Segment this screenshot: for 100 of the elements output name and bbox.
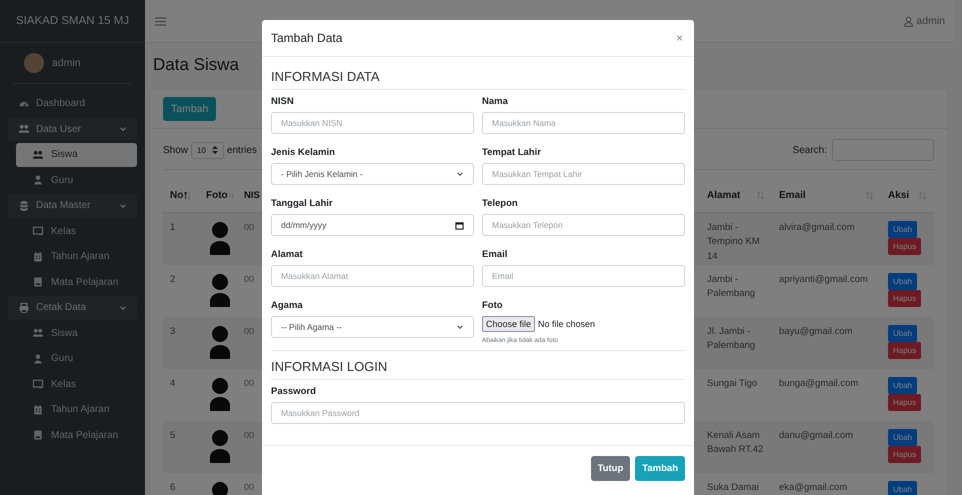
select-field[interactable]: -- Pilih Agama -- <box>271 316 474 338</box>
monitor-icon <box>32 225 44 238</box>
field-label: NISN <box>271 96 295 107</box>
calendar-icon <box>455 220 464 230</box>
table-cell: Jambi - Tempino KM 14 <box>700 213 772 265</box>
table-cell: 5 <box>163 421 199 473</box>
edit-button[interactable]: Ubah <box>888 481 918 495</box>
person-silhouette-icon <box>209 429 231 463</box>
input-field[interactable]: Masukkan Alamat <box>271 265 474 287</box>
printer-icon <box>18 302 30 314</box>
delete-button[interactable]: Hapus <box>888 394 922 411</box>
monitor-icon <box>32 378 44 390</box>
sidebar-item[interactable]: Dashboard <box>8 92 137 116</box>
input-field[interactable]: Masukkan NISN <box>271 112 474 134</box>
database-icon <box>18 200 30 212</box>
table-cell: 3 <box>163 317 199 369</box>
field-label: Foto <box>482 300 504 311</box>
date-field[interactable]: dd/mm/yyyy <box>271 214 474 236</box>
user-icon <box>32 352 44 365</box>
sidebar-item[interactable]: Data User <box>8 118 137 141</box>
person-silhouette-icon <box>209 377 231 411</box>
sidebar-subitem[interactable]: Guru <box>16 168 137 192</box>
table-cell: 00 <box>244 274 254 284</box>
table-cell: Kenali Asam Bawah RT.42 <box>700 421 772 473</box>
delete-button[interactable]: Hapus <box>888 446 922 463</box>
table-cell-text: Jambi - Palembang <box>706 273 756 302</box>
modal-title: Tambah Data <box>271 31 342 45</box>
chevron-down-icon <box>456 170 464 178</box>
edit-button[interactable]: Ubah <box>888 221 918 238</box>
search-field[interactable] <box>832 139 934 161</box>
field-label: Nama <box>482 96 509 107</box>
edit-button[interactable]: Ubah <box>888 325 918 342</box>
submit-button[interactable]: Tambah <box>635 456 685 481</box>
table-cell: 1 <box>163 213 199 265</box>
sort-icon[interactable] <box>183 190 192 200</box>
sidebar-subitem[interactable]: Tahun Ajaran <box>16 245 137 268</box>
table-cell: alvira@gmail.com <box>772 213 881 265</box>
select-field[interactable]: - Pilih Jenis Kelamin - <box>271 163 474 185</box>
close-button[interactable]: × <box>674 31 685 45</box>
chevron-down-icon <box>119 304 127 312</box>
table-cell: bayu@gmail.com <box>772 317 881 369</box>
chevron-down-icon <box>119 125 127 134</box>
field-label: Telepon <box>482 198 519 209</box>
delete-button[interactable]: Hapus <box>888 290 922 307</box>
input-field[interactable]: Masukkan Tempat Lahir <box>482 163 685 185</box>
show-label: Show <box>163 144 188 156</box>
field-label: Password <box>271 386 317 397</box>
sidebar-item[interactable]: Data Master <box>8 194 137 218</box>
sidebar-subitem[interactable]: Guru <box>16 347 137 370</box>
person-silhouette-icon <box>209 273 231 307</box>
close-dialog-button[interactable]: Tutup <box>590 456 630 481</box>
field-label: Alamat <box>271 249 304 260</box>
search-label: Search: <box>792 144 827 156</box>
table-cell: Jl. Jambi - Palembang <box>700 317 772 369</box>
sidebar-subitem[interactable]: Kelas <box>16 372 137 396</box>
input-field[interactable]: Masukkan Telepon <box>482 214 685 236</box>
delete-button[interactable]: Hapus <box>888 342 922 359</box>
edit-button[interactable]: Ubah <box>888 273 918 290</box>
field-label: Jenis Kelamin <box>271 147 336 158</box>
user-name[interactable]: admin <box>52 57 81 69</box>
chevron-down-icon <box>456 323 464 331</box>
add-button[interactable]: Tambah <box>163 97 216 121</box>
chevron-down-icon <box>119 202 127 210</box>
table-cell-text: 4 <box>169 377 176 391</box>
field-label: Tempat Lahir <box>482 147 542 158</box>
sidebar-subitem[interactable]: Mata Pelajaran <box>16 424 137 447</box>
input-field[interactable]: Email <box>482 265 685 287</box>
field-label: Tanggal Lahir <box>271 198 334 209</box>
edit-button[interactable]: Ubah <box>888 429 918 446</box>
book-icon <box>32 276 44 288</box>
user-menu[interactable]: admin <box>916 15 945 27</box>
sidebar-subitem[interactable]: Tahun Ajaran <box>16 398 137 422</box>
table-cell-text: bunga@gmail.com <box>778 377 860 391</box>
users-icon <box>32 148 44 161</box>
delete-button[interactable]: Hapus <box>888 238 922 255</box>
table-cell-text: 2 <box>169 273 176 287</box>
sidebar-subitem[interactable]: Kelas <box>16 220 137 243</box>
person-silhouette-icon <box>209 221 231 255</box>
entries-select[interactable]: 10 <box>191 142 224 158</box>
table-cell-text: eka@gmail.com <box>778 481 848 495</box>
input-field[interactable]: Masukkan Password <box>271 402 685 424</box>
sidebar-subitem[interactable]: Siswa <box>16 143 137 166</box>
choose-file-button[interactable]: Choose file <box>482 316 536 332</box>
sidebar-item[interactable]: Cetak Data <box>8 296 137 320</box>
avatar <box>24 53 44 73</box>
sidebar-subitem[interactable]: Siswa <box>16 322 137 345</box>
table-cell: danu@gmail.com <box>772 421 881 473</box>
entries-label: entries <box>226 144 257 156</box>
menu-icon[interactable] <box>155 16 166 26</box>
users-icon <box>32 327 44 340</box>
page-title: Data Siswa <box>153 55 239 76</box>
user-icon <box>903 16 914 26</box>
field-label: Agama <box>271 300 304 311</box>
table-cell: 00 <box>244 326 254 336</box>
section-heading: INFORMASI LOGIN <box>271 355 685 380</box>
table-cell-text: Sungai Tigo <box>706 377 758 391</box>
input-field[interactable]: Masukkan Nama <box>482 112 685 134</box>
edit-button[interactable]: Ubah <box>888 377 918 394</box>
calendar-icon <box>32 404 44 416</box>
sidebar-subitem[interactable]: Mata Pelajaran <box>16 270 137 294</box>
